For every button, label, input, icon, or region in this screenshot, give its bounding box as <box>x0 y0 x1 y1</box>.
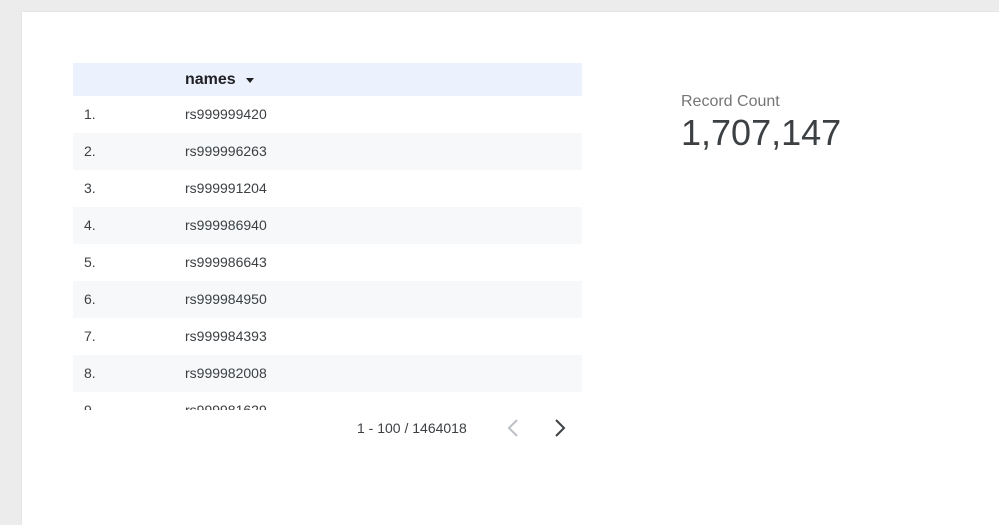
row-name: rs999986940 <box>185 217 267 233</box>
row-name: rs999999420 <box>185 106 267 122</box>
row-index: 1. <box>84 106 96 122</box>
table-row: 8. rs999982008 <box>73 355 582 392</box>
row-index: 6. <box>84 291 96 307</box>
table-row: 2. rs999996263 <box>73 133 582 170</box>
row-index: 3. <box>84 180 96 196</box>
table-row: 7. rs999984393 <box>73 318 582 355</box>
pagination: 1 - 100 / 1464018 <box>73 410 582 446</box>
row-index: 5. <box>84 254 96 270</box>
scorecard-value: 1,707,147 <box>681 112 842 153</box>
sort-desc-icon[interactable] <box>245 77 254 83</box>
prev-page-button[interactable] <box>501 416 525 440</box>
row-name: rs999996263 <box>185 143 267 159</box>
names-table: names 1. rs999999420 2. rs999996263 3. r… <box>73 63 582 437</box>
row-name: rs999982008 <box>185 365 267 381</box>
row-index: 4. <box>84 217 96 233</box>
row-index: 2. <box>84 143 96 159</box>
column-header-names[interactable]: names <box>185 63 254 96</box>
page-range-label: 1 - 100 / 1464018 <box>357 420 467 436</box>
chevron-left-icon <box>507 419 518 437</box>
column-header-label: names <box>185 70 236 88</box>
row-index: 7. <box>84 328 96 344</box>
record-count-scorecard[interactable]: Record Count 1,707,147 <box>681 92 841 154</box>
row-name: rs999986643 <box>185 254 267 270</box>
row-index: 8. <box>84 365 96 381</box>
next-page-button[interactable] <box>548 416 572 440</box>
table-row: 1. rs999999420 <box>73 96 582 133</box>
table-header: names <box>73 63 582 96</box>
row-index: 9. <box>84 402 96 410</box>
table-row: 4. rs999986940 <box>73 207 582 244</box>
row-name: rs999981629 <box>185 402 267 410</box>
table-row: 5. rs999986643 <box>73 244 582 281</box>
table-body[interactable]: 1. rs999999420 2. rs999996263 3. rs99999… <box>73 96 582 410</box>
table-row: 3. rs999991204 <box>73 170 582 207</box>
table-row: 9. rs999981629 <box>73 392 582 410</box>
row-name: rs999984950 <box>185 291 267 307</box>
scorecard-label: Record Count <box>681 93 780 110</box>
table-row: 6. rs999984950 <box>73 281 582 318</box>
row-name: rs999984393 <box>185 328 267 344</box>
report-canvas: names 1. rs999999420 2. rs999996263 3. r… <box>22 12 999 525</box>
row-name: rs999991204 <box>185 180 267 196</box>
chevron-right-icon <box>555 419 566 437</box>
